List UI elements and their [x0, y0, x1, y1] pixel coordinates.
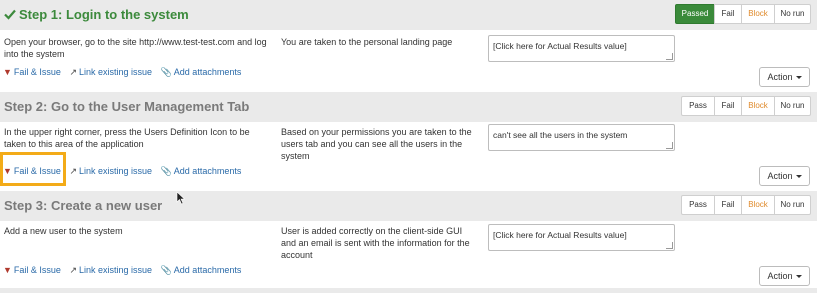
block-button[interactable]: Block — [741, 96, 775, 116]
caret-down-icon — [795, 76, 802, 79]
step-1-status-group: Passed Fail Block No run — [675, 4, 811, 24]
step-3-status-group: Pass Fail Block No run — [681, 195, 811, 215]
check-icon — [4, 9, 16, 20]
step-3-description: Add a new user to the system — [4, 226, 123, 236]
step-3-links: ▼ Fail & Issue ↗ Link existing issue 📎 Add … — [3, 265, 247, 276]
step-2-actual-text: can't see all the users in the system — [493, 130, 628, 140]
link-existing-issue-link[interactable]: ↗ Link existing issue — [69, 265, 152, 275]
external-link-icon: ↗ — [69, 265, 78, 275]
step-3-actual-input[interactable]: [Click here for Actual Results value] — [488, 224, 675, 251]
paperclip-icon: 📎 — [160, 166, 172, 176]
thumbs-down-icon: ▼ — [3, 67, 12, 77]
pass-button[interactable]: Pass — [681, 96, 715, 116]
step-2-actual-input[interactable]: can't see all the users in the system — [488, 124, 675, 151]
step-3-actual-text: [Click here for Actual Results value] — [493, 230, 627, 240]
step-2-title: Step 2: Go to the User Management Tab — [4, 99, 250, 114]
caret-down-icon — [795, 275, 802, 278]
step-1-description: Open your browser, go to the site http:/… — [4, 37, 267, 59]
block-button[interactable]: Block — [741, 4, 775, 24]
step-3-expected: User is added correctly on the client-si… — [281, 226, 470, 260]
resize-grip-icon[interactable] — [666, 53, 673, 60]
step-1-actual-input[interactable]: [Click here for Actual Results value] — [488, 35, 675, 62]
no-run-button[interactable]: No run — [774, 96, 811, 116]
step-2-status-group: Pass Fail Block No run — [681, 96, 811, 116]
add-attachments-link[interactable]: 📎 Add attachments — [161, 166, 242, 176]
pass-button[interactable]: Pass — [681, 195, 715, 215]
fail-button[interactable]: Fail — [714, 195, 742, 215]
step-3-action-button[interactable]: Action — [759, 266, 810, 286]
resize-grip-icon[interactable] — [666, 242, 673, 249]
block-button[interactable]: Block — [741, 195, 775, 215]
add-attachments-link[interactable]: 📎 Add attachments — [161, 265, 242, 275]
external-link-icon: ↗ — [69, 166, 78, 176]
no-run-button[interactable]: No run — [774, 195, 811, 215]
step-1-title: Step 1: Login to the system — [4, 7, 189, 22]
step-1-links: ▼ Fail & Issue ↗ Link existing issue 📎 Add … — [3, 67, 247, 78]
next-step-header-edge — [0, 288, 817, 293]
paperclip-icon: 📎 — [160, 67, 172, 77]
fail-issue-link[interactable]: ▼ Fail & Issue — [3, 67, 61, 77]
external-link-icon: ↗ — [69, 67, 78, 77]
mouse-cursor-icon — [176, 191, 186, 205]
step-2-description: In the upper right corner, press the Use… — [4, 127, 250, 149]
fail-button[interactable]: Fail — [714, 4, 742, 24]
fail-button[interactable]: Fail — [714, 96, 742, 116]
passed-button[interactable]: Passed — [675, 4, 715, 24]
step-1-actual-text: [Click here for Actual Results value] — [493, 41, 627, 51]
step-1-action-button[interactable]: Action — [759, 67, 810, 87]
resize-grip-icon[interactable] — [666, 142, 673, 149]
no-run-button[interactable]: No run — [774, 4, 811, 24]
link-existing-issue-link[interactable]: ↗ Link existing issue — [69, 67, 152, 77]
step-2-action-button[interactable]: Action — [759, 166, 810, 186]
step-3-header: Step 3: Create a new user Pass Fail Bloc… — [0, 191, 817, 221]
step-2-expected: Based on your permissions you are taken … — [281, 127, 472, 161]
caret-down-icon — [795, 175, 802, 178]
step-2-header: Step 2: Go to the User Management Tab Pa… — [0, 92, 817, 122]
step-3-title: Step 3: Create a new user — [4, 198, 163, 213]
step-1-header: Step 1: Login to the system Passed Fail … — [0, 0, 817, 30]
paperclip-icon: 📎 — [160, 265, 172, 275]
add-attachments-link[interactable]: 📎 Add attachments — [161, 67, 242, 77]
thumbs-down-icon: ▼ — [3, 265, 12, 275]
fail-issue-link[interactable]: ▼ Fail & Issue — [3, 265, 61, 275]
link-existing-issue-link[interactable]: ↗ Link existing issue — [69, 166, 152, 176]
highlight-box — [0, 152, 66, 186]
step-1-expected: You are taken to the personal landing pa… — [281, 37, 453, 47]
